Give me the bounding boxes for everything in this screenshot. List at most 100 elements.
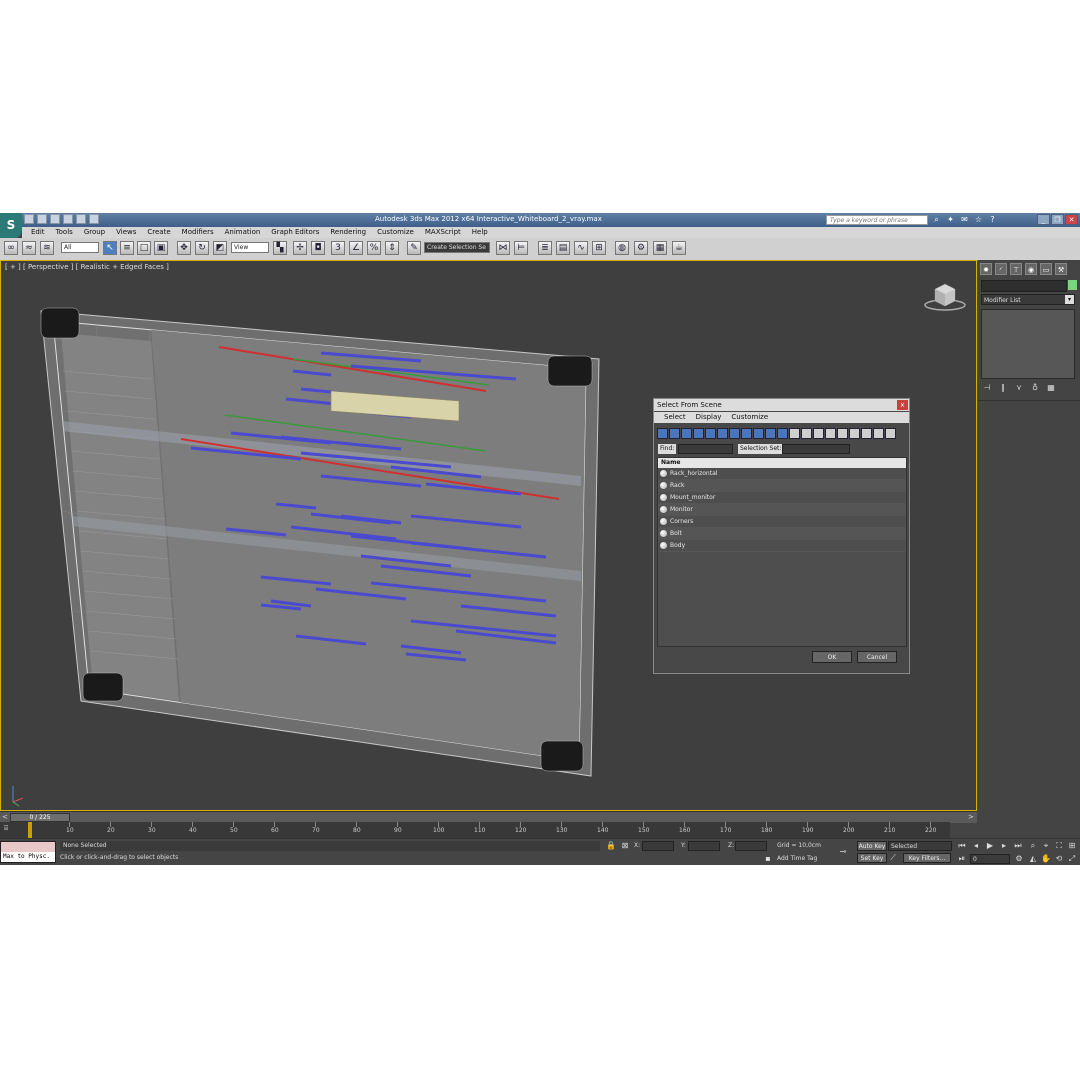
link-icon[interactable]: ∞ bbox=[4, 241, 18, 255]
list-item[interactable]: Mount_monitor bbox=[658, 492, 906, 504]
display-helpers-icon[interactable] bbox=[705, 428, 716, 439]
display-frozen-icon[interactable] bbox=[777, 428, 788, 439]
rotate-icon[interactable]: ↻ bbox=[195, 241, 209, 255]
display-hidden-icon[interactable] bbox=[789, 428, 800, 439]
help-icon[interactable]: ? bbox=[988, 215, 997, 224]
key-icon[interactable]: ⊸ bbox=[838, 847, 848, 857]
menu-create[interactable]: Create bbox=[147, 227, 170, 238]
display-none-icon[interactable] bbox=[813, 428, 824, 439]
display-groups-icon[interactable] bbox=[729, 428, 740, 439]
create-tab-icon[interactable]: ✹ bbox=[980, 263, 992, 275]
list-item[interactable]: Body bbox=[658, 540, 906, 552]
modifier-list-dropdown[interactable]: Modifier List ▾ bbox=[981, 294, 1075, 305]
list-item[interactable]: Bolt bbox=[658, 528, 906, 540]
select-object-icon[interactable]: ↖ bbox=[103, 241, 117, 255]
maxscript-input[interactable]: Max to Physc. bbox=[1, 852, 55, 862]
dialog-menu-display[interactable]: Display bbox=[696, 412, 722, 423]
field-of-view-icon[interactable]: ◭ bbox=[1028, 854, 1038, 864]
rectangular-selection-icon[interactable]: □ bbox=[137, 241, 151, 255]
pin-stack-icon[interactable]: ⊣ bbox=[982, 383, 992, 393]
new-file-icon[interactable] bbox=[24, 214, 34, 224]
object-name-field[interactable] bbox=[981, 280, 1067, 292]
show-end-result-icon[interactable]: ∥ bbox=[998, 383, 1008, 393]
display-lights-icon[interactable] bbox=[681, 428, 692, 439]
orbit-icon[interactable]: ⟲ bbox=[1054, 854, 1064, 864]
display-tab-icon[interactable]: ▭ bbox=[1040, 263, 1052, 275]
utilities-tab-icon[interactable]: ⚒ bbox=[1055, 263, 1067, 275]
z-coordinate-field[interactable] bbox=[735, 841, 767, 851]
selection-set-dropdown[interactable] bbox=[782, 444, 850, 454]
project-folder-icon[interactable] bbox=[89, 214, 99, 224]
menu-animation[interactable]: Animation bbox=[225, 227, 261, 238]
menu-modifiers[interactable]: Modifiers bbox=[182, 227, 214, 238]
selection-filter-dropdown[interactable]: All bbox=[61, 242, 99, 253]
y-coordinate-field[interactable] bbox=[688, 841, 720, 851]
open-file-icon[interactable] bbox=[37, 214, 47, 224]
menu-graph-editors[interactable]: Graph Editors bbox=[271, 227, 319, 238]
absolute-mode-icon[interactable]: ⊠ bbox=[620, 841, 630, 851]
menu-maxscript[interactable]: MAXScript bbox=[425, 227, 461, 238]
align-icon[interactable]: ⊨ bbox=[514, 241, 528, 255]
track-bar[interactable]: ⌸ 10 20 30 40 50 60 70 80 90 100 110 120… bbox=[0, 822, 950, 838]
render-production-icon[interactable]: ☕ bbox=[672, 241, 686, 255]
spinner-snap-icon[interactable]: ⇕ bbox=[385, 241, 399, 255]
time-slider-thumb[interactable]: 0 / 225 bbox=[10, 813, 70, 822]
angle-snap-icon[interactable]: ∠ bbox=[349, 241, 363, 255]
display-bones-icon[interactable] bbox=[753, 428, 764, 439]
scale-icon[interactable]: ◩ bbox=[213, 241, 227, 255]
subscription-icon[interactable]: ✦ bbox=[946, 215, 955, 224]
remove-modifier-icon[interactable]: ♁ bbox=[1030, 383, 1040, 393]
modify-tab-icon[interactable]: ◜ bbox=[995, 263, 1007, 275]
layer-manager-icon[interactable]: ≣ bbox=[538, 241, 552, 255]
add-time-tag-button[interactable]: Add Time Tag bbox=[777, 855, 817, 862]
graphite-toggle-icon[interactable]: ▤ bbox=[556, 241, 570, 255]
next-frame-icon[interactable]: > bbox=[968, 812, 974, 822]
menu-help[interactable]: Help bbox=[472, 227, 488, 238]
display-spacewarps-icon[interactable] bbox=[717, 428, 728, 439]
maximize-viewport-icon[interactable]: ⤢ bbox=[1067, 854, 1077, 864]
configure-modifier-sets-icon[interactable]: ▦ bbox=[1046, 383, 1056, 393]
binoculars-icon[interactable]: ⌕ bbox=[932, 215, 941, 224]
app-logo-icon[interactable]: S bbox=[0, 213, 22, 239]
list-item[interactable]: Rack bbox=[658, 480, 906, 492]
make-unique-icon[interactable]: ⋎ bbox=[1014, 383, 1024, 393]
render-setup-icon[interactable]: ⚙ bbox=[634, 241, 648, 255]
display-xrefs-icon[interactable] bbox=[741, 428, 752, 439]
previous-frame-icon[interactable]: ◂ bbox=[971, 841, 981, 851]
save-file-icon[interactable] bbox=[50, 214, 60, 224]
display-shapes-icon[interactable] bbox=[669, 428, 680, 439]
list-item[interactable]: Rack_horizontal bbox=[658, 468, 906, 480]
window-crossing-icon[interactable]: ▣ bbox=[154, 241, 168, 255]
menu-rendering[interactable]: Rendering bbox=[330, 227, 366, 238]
curve-editor-icon[interactable]: ∿ bbox=[574, 241, 588, 255]
mirror-icon[interactable]: ⋈ bbox=[496, 241, 510, 255]
hierarchy-tab-icon[interactable]: ⊤ bbox=[1010, 263, 1022, 275]
undo-icon[interactable] bbox=[63, 214, 73, 224]
percent-snap-icon[interactable]: % bbox=[367, 241, 381, 255]
snaps-toggle-icon[interactable]: 3 bbox=[331, 241, 345, 255]
find-input[interactable] bbox=[678, 444, 733, 454]
pan-view-icon[interactable]: ✋ bbox=[1041, 854, 1051, 864]
display-all-icon[interactable] bbox=[801, 428, 812, 439]
motion-tab-icon[interactable]: ◉ bbox=[1025, 263, 1037, 275]
key-mode-dropdown[interactable]: Selected bbox=[888, 841, 952, 851]
dialog-menu-select[interactable]: Select bbox=[664, 412, 686, 423]
maxscript-listener[interactable]: Max to Physc. bbox=[0, 841, 56, 863]
menu-edit[interactable]: Edit bbox=[31, 227, 45, 238]
zoom-all-icon[interactable]: ⌖ bbox=[1041, 841, 1051, 851]
move-icon[interactable]: ✥ bbox=[177, 241, 191, 255]
set-key-button[interactable]: Set Key bbox=[857, 853, 887, 863]
current-frame-field[interactable]: 0 bbox=[970, 854, 1010, 864]
ok-button[interactable]: OK bbox=[812, 651, 852, 663]
display-geometry-icon[interactable] bbox=[657, 428, 668, 439]
pivot-center-icon[interactable]: ▚ bbox=[273, 241, 287, 255]
time-configuration-icon[interactable]: ⚙ bbox=[1014, 854, 1024, 864]
dialog-menu-customize[interactable]: Customize bbox=[731, 412, 768, 423]
display-invert-icon[interactable] bbox=[825, 428, 836, 439]
menu-tools[interactable]: Tools bbox=[56, 227, 73, 238]
select-by-name-icon[interactable]: ≡ bbox=[120, 241, 134, 255]
time-tag-icon[interactable]: ▪ bbox=[763, 854, 773, 864]
object-color-swatch[interactable] bbox=[1068, 280, 1077, 290]
cancel-button[interactable]: Cancel bbox=[857, 651, 897, 663]
minimize-button[interactable]: _ bbox=[1037, 214, 1050, 225]
